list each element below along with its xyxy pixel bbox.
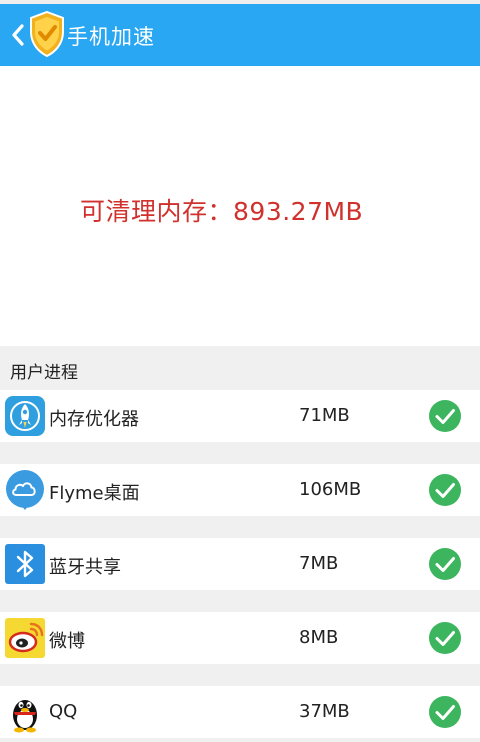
section-title: 用户进程 bbox=[10, 363, 78, 383]
process-name: 微博 bbox=[49, 631, 85, 652]
cleanable-memory-text: 可清理内存：893.27MB bbox=[80, 192, 363, 228]
shield-check-icon bbox=[30, 10, 64, 58]
process-row[interactable]: 微博 8MB bbox=[0, 612, 480, 664]
check-circle-icon[interactable] bbox=[428, 399, 462, 433]
section-header: 用户进程 bbox=[0, 346, 480, 390]
cleanable-memory-value: 893.27MB bbox=[233, 197, 364, 226]
process-row[interactable]: 蓝牙共享 7MB bbox=[0, 538, 480, 590]
qq-penguin-icon bbox=[13, 700, 37, 733]
bluetooth-icon bbox=[5, 544, 45, 584]
cloud-icon bbox=[6, 470, 44, 510]
memory-summary: 可清理内存：893.27MB bbox=[0, 66, 480, 346]
check-circle-icon[interactable] bbox=[428, 473, 462, 507]
process-row[interactable]: 内存优化器 71MB bbox=[0, 390, 480, 442]
process-list: 内存优化器 71MB Flyme桌面 106MB 蓝牙共享 7MB 微博 8MB… bbox=[0, 390, 480, 742]
chevron-left-icon bbox=[12, 24, 24, 46]
weibo-icon bbox=[5, 618, 45, 658]
process-size: 37MB bbox=[299, 701, 350, 722]
process-name: QQ bbox=[49, 701, 78, 722]
process-row[interactable]: Flyme桌面 106MB bbox=[0, 464, 480, 516]
check-circle-icon[interactable] bbox=[428, 695, 462, 729]
rocket-icon bbox=[5, 396, 45, 436]
app-bar: 手机加速 bbox=[0, 4, 480, 66]
back-button[interactable] bbox=[6, 17, 30, 53]
process-name: Flyme桌面 bbox=[49, 483, 140, 504]
cleanable-memory-label: 可清理内存： bbox=[80, 197, 234, 226]
process-size: 8MB bbox=[299, 627, 339, 648]
check-circle-icon[interactable] bbox=[428, 621, 462, 655]
page-title: 手机加速 bbox=[67, 25, 155, 49]
process-row[interactable]: QQ 37MB bbox=[0, 686, 480, 738]
process-name: 蓝牙共享 bbox=[49, 557, 121, 578]
process-size: 71MB bbox=[299, 405, 350, 426]
check-circle-icon[interactable] bbox=[428, 547, 462, 581]
process-name: 内存优化器 bbox=[49, 409, 139, 430]
process-size: 106MB bbox=[299, 479, 362, 500]
process-size: 7MB bbox=[299, 553, 339, 574]
